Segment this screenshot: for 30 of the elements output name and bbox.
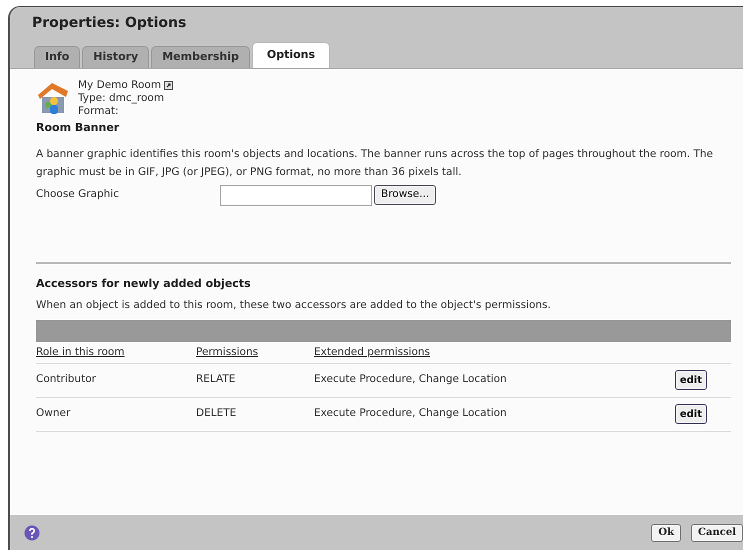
table-cell-text: DELETE bbox=[196, 406, 238, 422]
window-title: Properties: Options bbox=[32, 14, 186, 32]
object-format: Format: bbox=[78, 105, 120, 118]
section-heading: Room Banner bbox=[36, 120, 120, 136]
edit-button[interactable]: edit bbox=[674, 370, 707, 390]
tab[interactable]: Info bbox=[34, 46, 80, 68]
accessors-description: When an object is added to this room, these two accessors are added to the object's permissions. bbox=[36, 298, 552, 313]
table-cell-text: Execute Procedure, Change Location bbox=[314, 406, 508, 422]
external-link-icon[interactable] bbox=[164, 81, 174, 90]
column-header[interactable]: Extended permissions bbox=[314, 345, 430, 361]
table-cell-text: Contributor bbox=[36, 372, 97, 388]
browse-button[interactable]: Browse... bbox=[374, 185, 436, 205]
table-cell-text: RELATE bbox=[196, 372, 236, 388]
file-path-field[interactable] bbox=[220, 184, 372, 206]
tab[interactable]: History bbox=[82, 46, 150, 68]
section-heading: Accessors for newly added objects bbox=[36, 276, 252, 292]
table-cell-text: Owner bbox=[36, 406, 72, 422]
tab[interactable]: Options bbox=[252, 42, 330, 68]
tab[interactable]: Membership bbox=[151, 46, 250, 68]
help-icon[interactable] bbox=[24, 524, 40, 540]
column-header[interactable]: Role in this room bbox=[36, 345, 196, 361]
table-cell-text: Execute Procedure, Change Location bbox=[314, 372, 508, 388]
object-type: Type: dmc_room bbox=[78, 92, 166, 105]
field-label: Choose Graphic bbox=[36, 187, 120, 202]
column-header[interactable]: Permissions bbox=[196, 345, 314, 361]
dialog-button[interactable]: Cancel bbox=[691, 524, 743, 542]
banner-description: A banner graphic identifies this room's objects and locations. The banner runs across the top of pages throughout the room. The graphic must be in GIF, JPG (or JPEG), or PNG format, no more than 36 pixels tall. bbox=[36, 146, 714, 180]
object-name: My Demo Room bbox=[78, 79, 162, 92]
edit-button[interactable]: edit bbox=[674, 404, 707, 424]
dialog-button[interactable]: Ok bbox=[651, 524, 682, 542]
